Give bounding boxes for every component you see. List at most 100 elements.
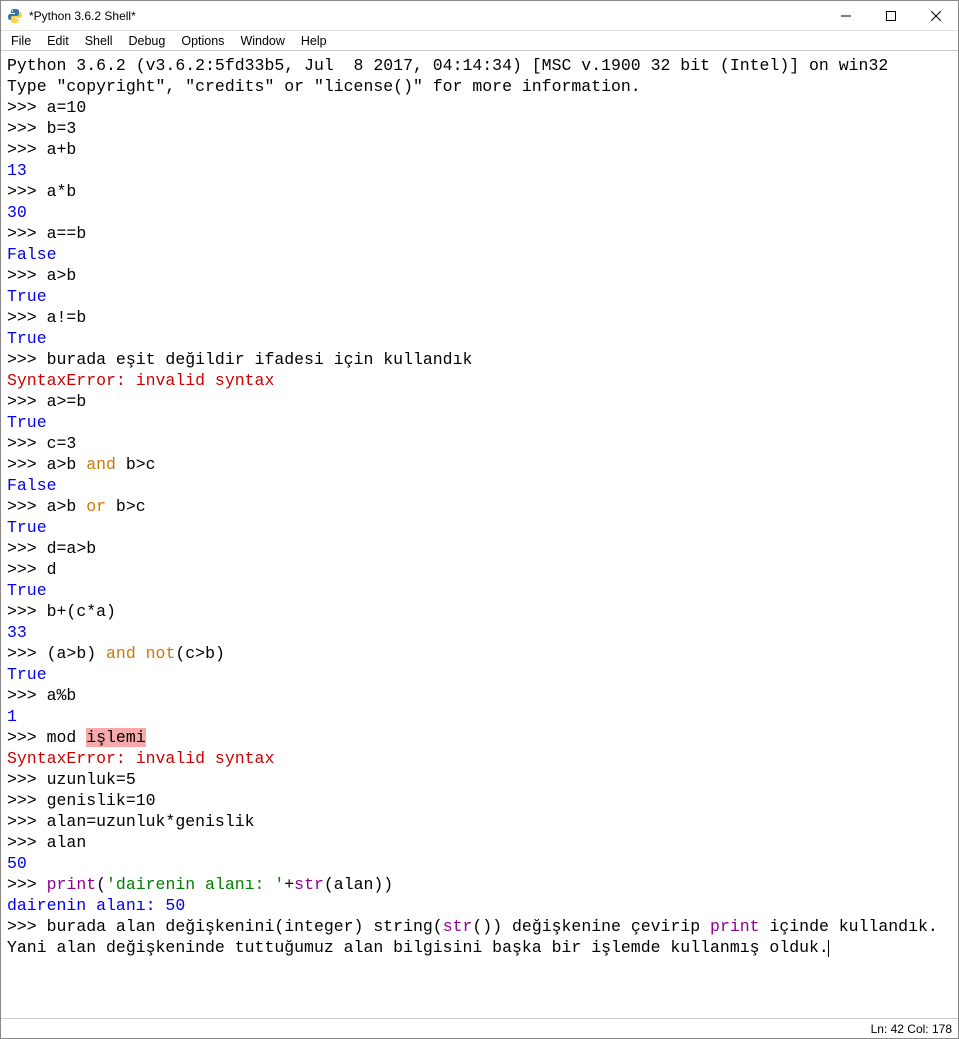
- menu-options[interactable]: Options: [173, 33, 232, 49]
- menu-window[interactable]: Window: [232, 33, 292, 49]
- output-line: False: [7, 245, 57, 264]
- output-line: 33: [7, 623, 27, 642]
- input-line: genislik=10: [47, 791, 156, 810]
- titlebar-left: *Python 3.6.2 Shell*: [7, 8, 136, 24]
- prompt: >>>: [7, 686, 47, 705]
- prompt: >>>: [7, 434, 47, 453]
- builtin-str: str: [443, 917, 473, 936]
- menu-debug[interactable]: Debug: [121, 33, 174, 49]
- shell-text-area[interactable]: Python 3.6.2 (v3.6.2:5fd33b5, Jul 8 2017…: [1, 51, 958, 1018]
- input-line: alan=uzunluk*genislik: [47, 812, 255, 831]
- input-seg: (c>b): [175, 644, 225, 663]
- prompt: >>>: [7, 224, 47, 243]
- output-line: 13: [7, 161, 27, 180]
- prompt: >>>: [7, 350, 47, 369]
- input-line: d: [47, 560, 57, 579]
- maximize-button[interactable]: [868, 1, 913, 31]
- prompt: >>>: [7, 119, 47, 138]
- input-seg: (alan)): [324, 875, 393, 894]
- paren: (: [96, 875, 106, 894]
- cursor-position: Ln: 42 Col: 178: [871, 1022, 952, 1036]
- prompt: >>>: [7, 560, 47, 579]
- menu-edit[interactable]: Edit: [39, 33, 77, 49]
- prompt: >>>: [7, 602, 47, 621]
- menu-file[interactable]: File: [3, 33, 39, 49]
- output-line: 1: [7, 707, 17, 726]
- output-line: True: [7, 581, 47, 600]
- input-line: d=a>b: [47, 539, 97, 558]
- statusbar: Ln: 42 Col: 178: [1, 1018, 958, 1038]
- prompt: >>>: [7, 812, 47, 831]
- input-line: b+(c*a): [47, 602, 116, 621]
- input-line: a!=b: [47, 308, 87, 327]
- input-line: a+b: [47, 140, 77, 159]
- prompt: >>>: [7, 392, 47, 411]
- text-cursor: [828, 940, 829, 957]
- op: +: [284, 875, 294, 894]
- input-seg: mod: [47, 728, 87, 747]
- string-literal: 'dairenin alanı: ': [106, 875, 284, 894]
- builtin-print: print: [47, 875, 97, 894]
- input-line: a=10: [47, 98, 87, 117]
- input-line: uzunluk=5: [47, 770, 136, 789]
- prompt: >>>: [7, 917, 47, 936]
- prompt: >>>: [7, 455, 47, 474]
- output-line: 50: [7, 854, 27, 873]
- output-line: True: [7, 413, 47, 432]
- prompt: >>>: [7, 140, 47, 159]
- titlebar: *Python 3.6.2 Shell*: [1, 1, 958, 31]
- prompt: >>>: [7, 266, 47, 285]
- builtin-str: str: [294, 875, 324, 894]
- keyword-or: or: [86, 497, 106, 516]
- input-line: b=3: [47, 119, 77, 138]
- output-line: True: [7, 665, 47, 684]
- input-line: burada eşit değildir ifadesi için kullan…: [47, 350, 473, 369]
- prompt: >>>: [7, 182, 47, 201]
- prompt: >>>: [7, 770, 47, 789]
- input-seg: a>b: [47, 497, 87, 516]
- input-line: a*b: [47, 182, 77, 201]
- prompt: >>>: [7, 308, 47, 327]
- close-button[interactable]: [913, 1, 958, 31]
- output-line: False: [7, 476, 57, 495]
- input-line: c=3: [47, 434, 77, 453]
- error-line: SyntaxError: invalid syntax: [7, 371, 274, 390]
- menu-shell[interactable]: Shell: [77, 33, 121, 49]
- prompt: >>>: [7, 875, 47, 894]
- banner-line2: Type "copyright", "credits" or "license(…: [7, 77, 641, 96]
- highlighted-text: işlemi: [86, 728, 145, 747]
- input-seg: (a>b): [47, 644, 106, 663]
- input-line: a>=b: [47, 392, 87, 411]
- input-line: a==b: [47, 224, 87, 243]
- prompt: >>>: [7, 497, 47, 516]
- prompt: >>>: [7, 728, 47, 747]
- input-seg: burada alan değişkenini(integer) string(: [47, 917, 443, 936]
- input-line: a%b: [47, 686, 77, 705]
- prompt: >>>: [7, 98, 47, 117]
- input-seg: b>c: [116, 455, 156, 474]
- space: [136, 644, 146, 663]
- prompt: >>>: [7, 833, 47, 852]
- python-idle-icon: [7, 8, 23, 24]
- keyword-and: and: [106, 644, 136, 663]
- keyword-not: not: [146, 644, 176, 663]
- input-seg: b>c: [106, 497, 146, 516]
- menu-help[interactable]: Help: [293, 33, 335, 49]
- builtin-print: print: [710, 917, 760, 936]
- input-line: a>b: [47, 266, 77, 285]
- prompt: >>>: [7, 539, 47, 558]
- prompt: >>>: [7, 644, 47, 663]
- menubar: File Edit Shell Debug Options Window Hel…: [1, 31, 958, 51]
- window-title: *Python 3.6.2 Shell*: [29, 9, 136, 23]
- input-line: alan: [47, 833, 87, 852]
- window-controls: [823, 1, 958, 31]
- output-line: True: [7, 287, 47, 306]
- input-seg: a>b: [47, 455, 87, 474]
- input-seg: ()) değişkenine çevirip: [472, 917, 710, 936]
- output-line: 30: [7, 203, 27, 222]
- prompt: >>>: [7, 791, 47, 810]
- output-line: dairenin alanı: 50: [7, 896, 185, 915]
- error-line: SyntaxError: invalid syntax: [7, 749, 274, 768]
- minimize-button[interactable]: [823, 1, 868, 31]
- output-line: True: [7, 329, 47, 348]
